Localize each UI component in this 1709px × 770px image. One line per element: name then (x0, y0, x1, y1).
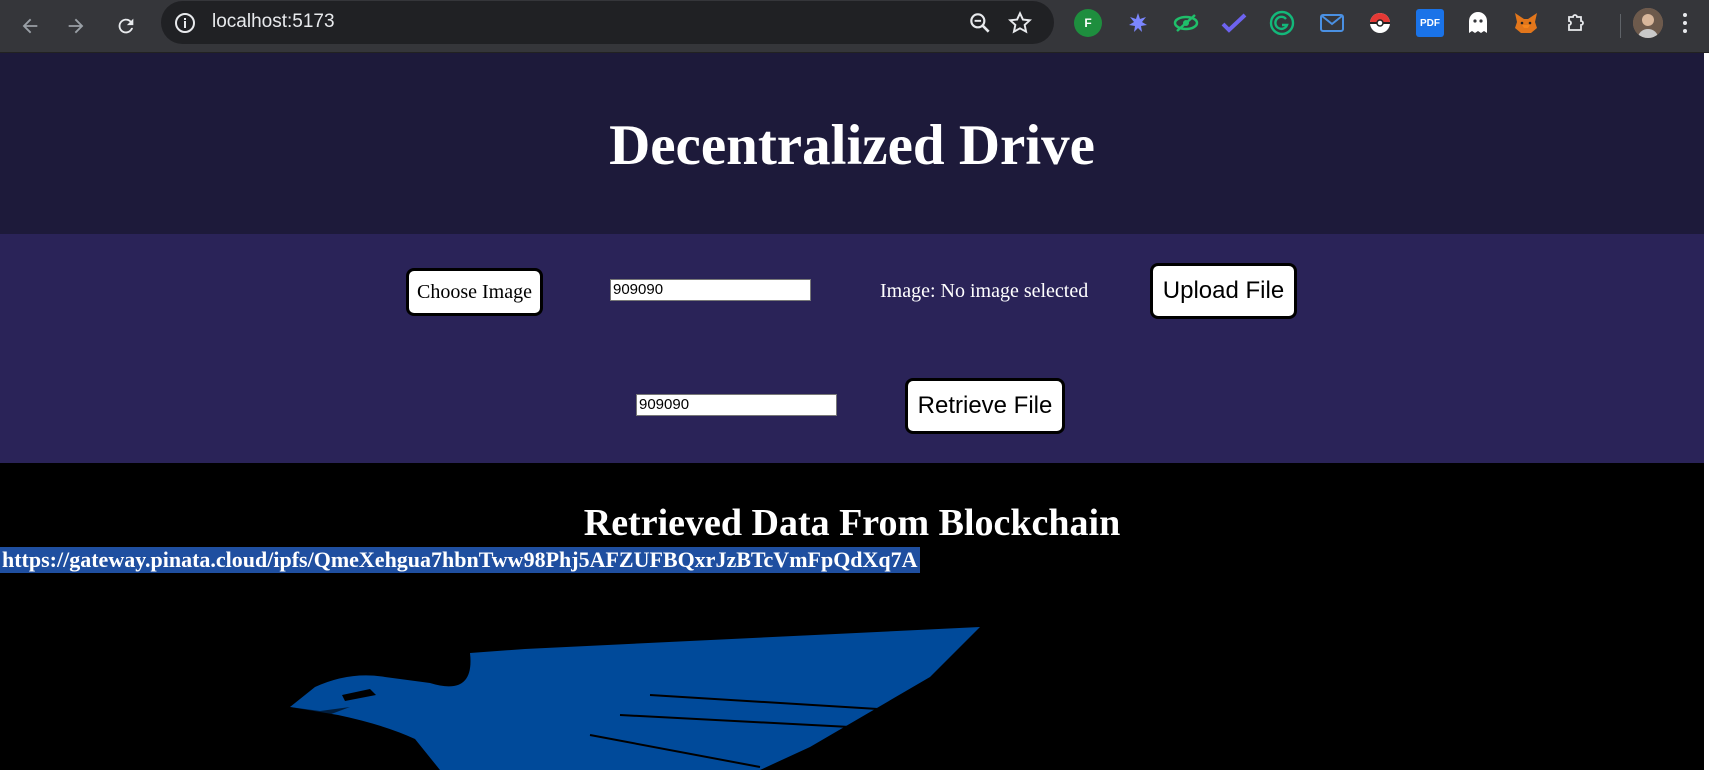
reload-icon (118, 18, 134, 34)
toolbar-separator (1620, 14, 1621, 38)
check-icon[interactable] (1220, 9, 1248, 37)
choose-image-button[interactable]: Choose Image (406, 268, 543, 316)
back-button[interactable] (12, 8, 48, 44)
retrieve-file-button[interactable]: Retrieve File (905, 378, 1065, 434)
grammarly-icon[interactable] (1268, 9, 1296, 37)
address-bar[interactable]: localhost:5173 (161, 1, 1054, 44)
metamask-fox-icon[interactable] (1512, 9, 1540, 37)
back-arrow-icon (22, 18, 38, 34)
upload-id-input[interactable]: 909090 (610, 279, 811, 301)
url-text[interactable]: localhost:5173 (212, 11, 335, 33)
mail-icon[interactable] (1318, 9, 1346, 37)
ghost-icon[interactable] (1464, 9, 1492, 37)
page-title: Decentralized Drive (609, 114, 1095, 177)
retrieve-id-input[interactable]: 909090 (636, 394, 837, 416)
results-title: Retrieved Data From Blockchain (583, 502, 1121, 544)
image-status-text: Image: No image selected (880, 280, 1089, 302)
forward-arrow-icon (68, 18, 84, 34)
pdf-icon[interactable]: PDF (1416, 9, 1444, 37)
puzzle-star-icon[interactable] (1124, 9, 1152, 37)
results-section: Retrieved Data From Blockchain https://g… (0, 463, 1704, 770)
f-extension-icon[interactable]: F (1074, 9, 1102, 37)
bookmark-star-icon[interactable] (1007, 10, 1033, 36)
site-info-icon[interactable] (173, 11, 197, 35)
page-header: Decentralized Drive (0, 53, 1704, 234)
browser-toolbar: localhost:5173 F PDF (0, 0, 1709, 53)
avatar-image-icon (1633, 8, 1663, 38)
zoom-icon[interactable] (967, 10, 993, 36)
upload-file-button[interactable]: Upload File (1150, 263, 1297, 319)
retrieved-file-link[interactable]: https://gateway.pinata.cloud/ipfs/QmeXeh… (0, 547, 920, 573)
profile-avatar[interactable] (1633, 8, 1663, 38)
retrieved-eagle-image (290, 627, 980, 770)
eye-shield-icon[interactable] (1172, 9, 1200, 37)
upload-controls-section: Choose Image 909090 Image: No image sele… (0, 234, 1704, 463)
pokeball-icon[interactable] (1366, 9, 1394, 37)
kebab-menu-icon[interactable] (1673, 10, 1697, 36)
forward-button[interactable] (58, 8, 94, 44)
page-scrollbar[interactable] (1704, 53, 1709, 770)
reload-button[interactable] (108, 8, 144, 44)
extensions-puzzle-icon[interactable] (1562, 9, 1590, 37)
